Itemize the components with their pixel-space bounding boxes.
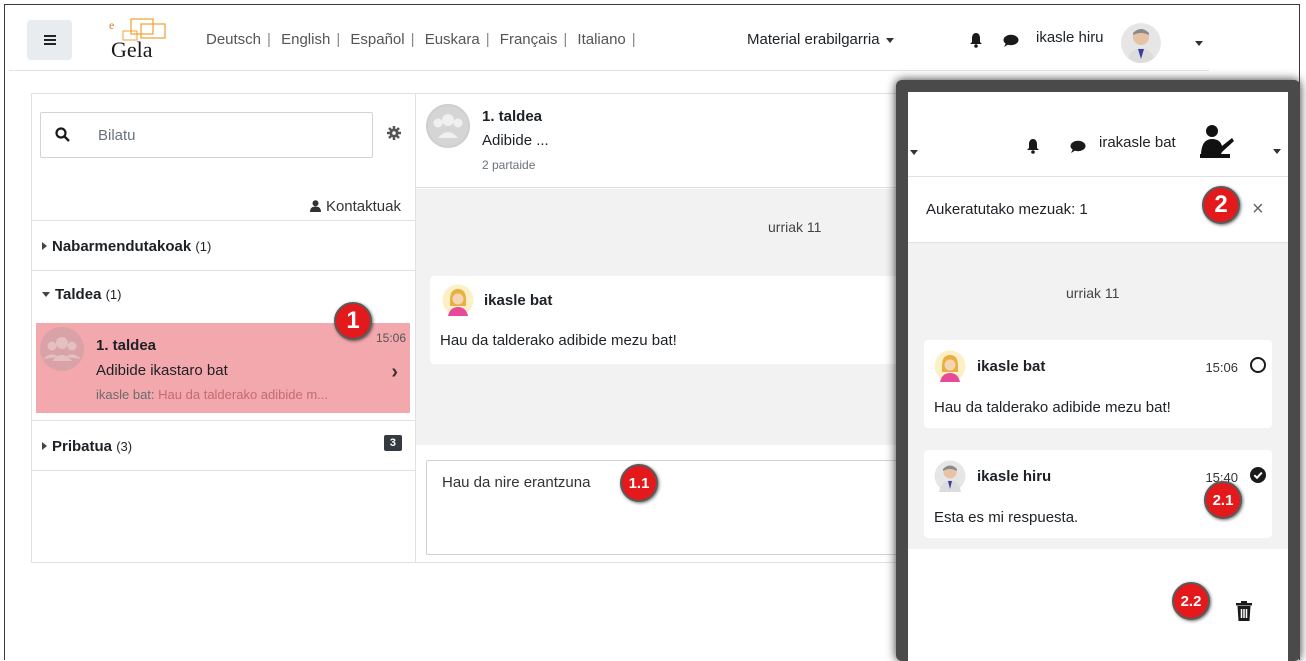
top-navbar: e Gela Deutsch | English | Español | Euskar… <box>9 9 1209 71</box>
unselected-circle-icon[interactable] <box>1250 357 1266 373</box>
message-bubble[interactable]: ikasle bat Hau da talderako adibide mezu… <box>430 276 900 364</box>
chevron-right-icon: › <box>391 361 398 383</box>
svg-text:Gela: Gela <box>111 37 153 61</box>
lang-english[interactable]: English <box>281 31 330 48</box>
selected-count-label: Aukeratutako mezuak: 1 <box>926 201 1088 218</box>
user-menu-chevron-icon[interactable] <box>1189 35 1203 53</box>
message-sender: ikasle bat <box>977 358 1046 375</box>
section-starred[interactable]: Nabarmendutakoak (1) <box>32 220 416 270</box>
lang-deutsch[interactable]: Deutsch <box>206 31 261 48</box>
overlay-screenshot: irakasle bat Aukeratutako mezuak: 1 × ur… <box>896 80 1300 661</box>
caret-right-icon <box>42 442 47 450</box>
message-bubble[interactable]: ikasle bat 15:06 Hau da talderako adibid… <box>924 340 1272 428</box>
close-icon[interactable]: × <box>1252 198 1264 221</box>
chat-icon[interactable] <box>1070 140 1086 158</box>
user-name[interactable]: irakasle bat <box>1099 134 1176 151</box>
marker-2-1: 2.1 <box>1204 481 1242 519</box>
gear-icon[interactable] <box>387 126 401 145</box>
avatar[interactable] <box>1121 23 1161 63</box>
chevron-down-icon[interactable] <box>1273 143 1281 161</box>
svg-text:e: e <box>109 18 114 32</box>
section-divider <box>32 470 416 471</box>
lang-euskara[interactable]: Euskara <box>425 31 480 48</box>
user-icon <box>309 199 321 216</box>
message-input[interactable]: Hau da nire erantzuna <box>426 460 916 555</box>
user-name[interactable]: ikasle hiru <box>1036 29 1104 46</box>
overlay-navbar: irakasle bat <box>908 92 1288 177</box>
student-avatar-icon <box>442 284 474 316</box>
conversation-name: 1. taldea <box>96 337 157 354</box>
message-text: Hau da talderako adibide mezu bat! <box>440 332 677 349</box>
message-text: Hau da talderako adibide mezu bat! <box>934 399 1171 416</box>
caret-right-icon <box>42 242 47 250</box>
date-divider: urriak 11 <box>768 219 822 235</box>
date-divider: urriak 11 <box>1066 285 1120 301</box>
search-placeholder: Bilatu <box>98 127 136 144</box>
contacts-link[interactable]: Kontaktuak <box>309 198 401 216</box>
chevron-down-icon <box>910 144 918 162</box>
bell-icon[interactable] <box>969 32 983 53</box>
conversation-subtitle: Adibide ikastaro bat <box>96 362 228 379</box>
conversation-time: 15:06 <box>375 331 406 345</box>
trash-icon[interactable] <box>1236 601 1252 626</box>
student-avatar-icon <box>934 350 966 382</box>
conversation-title: 1. taldea <box>482 108 543 125</box>
marker-1: 1 <box>334 302 372 340</box>
caret-down-icon <box>42 292 50 297</box>
message-sender: ikasle hiru <box>977 468 1052 485</box>
conversation-last-message: ikasle bat: Hau da talderako adibide m..… <box>96 387 328 402</box>
language-menu: Deutsch | English | Español | Euskara | Fran… <box>206 31 636 48</box>
marker-2: 2 <box>1202 186 1240 224</box>
message-text: Esta es mi respuesta. <box>934 509 1079 526</box>
message-time: 15:06 <box>1205 360 1238 375</box>
teacher-avatar-icon[interactable] <box>1198 122 1238 167</box>
section-private[interactable]: Pribatua (3) 3 <box>32 420 416 470</box>
message-input-value: Hau da nire erantzuna <box>442 474 591 491</box>
lang-italiano[interactable]: Italiano <box>577 31 625 48</box>
group-avatar <box>426 104 470 148</box>
lang-francais[interactable]: Français <box>500 31 558 48</box>
marker-1-1: 1.1 <box>620 464 658 502</box>
site-logo[interactable]: e Gela <box>105 17 175 62</box>
overlay-footer <box>908 549 1288 661</box>
marker-2-2: 2.2 <box>1172 582 1210 620</box>
menu-toggle-button[interactable] <box>27 20 72 60</box>
material-dropdown[interactable]: Material erabilgarria <box>747 31 894 48</box>
search-icon <box>55 127 70 147</box>
lang-espanol[interactable]: Español <box>350 31 404 48</box>
conversation-subtitle: Adibide ... <box>482 132 549 149</box>
overlay-content: irakasle bat Aukeratutako mezuak: 1 × ur… <box>908 92 1288 661</box>
bell-icon[interactable] <box>1026 138 1040 159</box>
message-sender: ikasle bat <box>484 292 553 309</box>
student-avatar-icon <box>934 460 966 492</box>
search-input[interactable]: Bilatu <box>40 112 373 158</box>
group-avatar <box>40 327 84 371</box>
participants-count: 2 partaide <box>482 158 536 172</box>
hamburger-icon <box>43 33 56 47</box>
chat-icon[interactable] <box>1003 34 1019 52</box>
chevron-down-icon <box>885 37 894 43</box>
unread-count-badge: 3 <box>383 435 402 451</box>
check-circle-icon[interactable] <box>1250 467 1266 483</box>
